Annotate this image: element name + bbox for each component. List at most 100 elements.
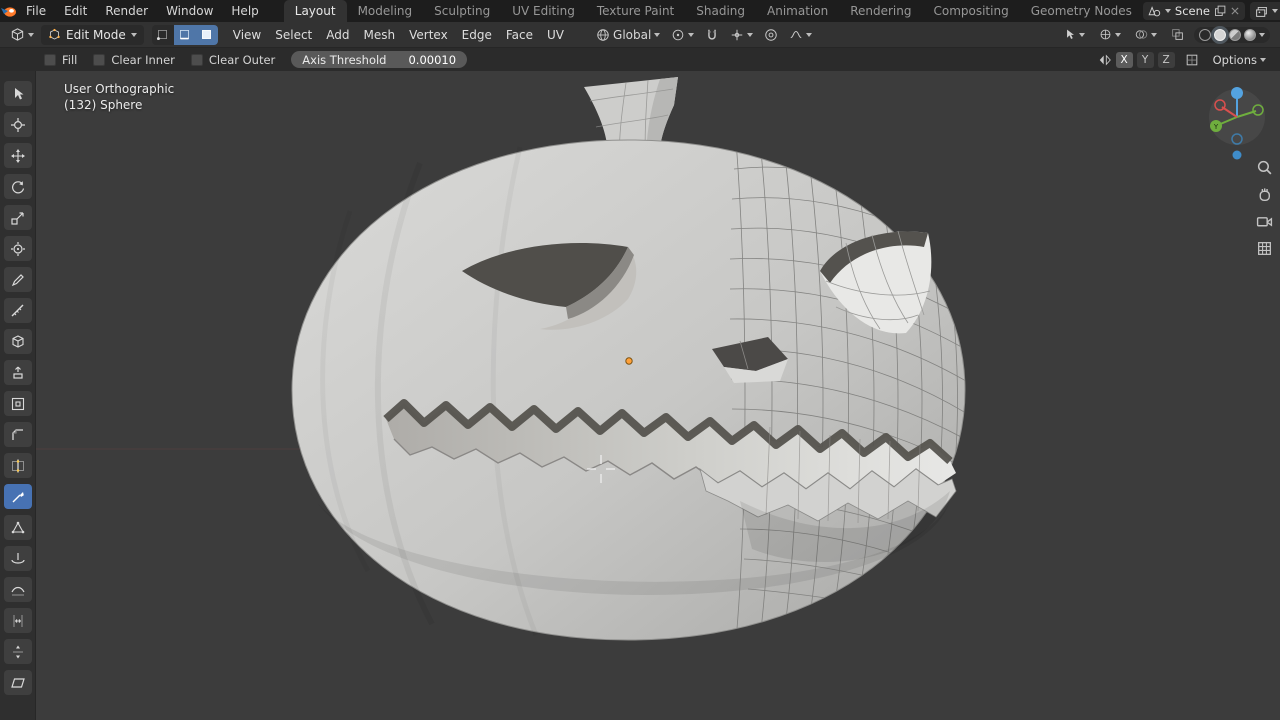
workspace-tabs: Layout Modeling Sculpting UV Editing Tex… bbox=[284, 0, 1143, 22]
tab-geometry-nodes[interactable]: Geometry Nodes bbox=[1020, 0, 1143, 22]
tool-bevel[interactable] bbox=[4, 422, 32, 447]
tool-shrink-fatten[interactable] bbox=[4, 639, 32, 664]
tool-add-cube[interactable] bbox=[4, 329, 32, 354]
tool-rotate[interactable] bbox=[4, 174, 32, 199]
axis-threshold-value: 0.00010 bbox=[408, 53, 456, 67]
topbar-menus: File Edit Render Window Help bbox=[17, 0, 268, 22]
menu-face[interactable]: Face bbox=[499, 22, 540, 48]
tab-rendering[interactable]: Rendering bbox=[839, 0, 922, 22]
viewport-3d[interactable]: User Orthographic (132) Sphere Y bbox=[0, 71, 1280, 720]
tool-measure[interactable] bbox=[4, 298, 32, 323]
menu-window[interactable]: Window bbox=[157, 0, 222, 22]
shading-solid-button[interactable] bbox=[1214, 29, 1226, 41]
mirror-icon bbox=[1098, 53, 1112, 67]
editor-type-button[interactable] bbox=[6, 25, 38, 44]
shading-material-button[interactable] bbox=[1229, 29, 1241, 41]
zoom-icon[interactable] bbox=[1256, 159, 1273, 176]
tab-sculpting[interactable]: Sculpting bbox=[423, 0, 501, 22]
viewport-canvas[interactable] bbox=[0, 71, 1280, 720]
proportional-editing-button[interactable] bbox=[760, 26, 782, 44]
shading-wireframe-button[interactable] bbox=[1199, 29, 1211, 41]
mode-dropdown[interactable]: Edit Mode bbox=[41, 25, 144, 45]
menu-select[interactable]: Select bbox=[268, 22, 319, 48]
scene-selector[interactable]: Scene bbox=[1143, 2, 1245, 20]
tool-knife[interactable] bbox=[4, 484, 32, 509]
tool-settings-bar: Fill Clear Inner Clear Outer Axis Thresh… bbox=[0, 48, 1280, 71]
menu-uv[interactable]: UV bbox=[540, 22, 571, 48]
checkbox-icon bbox=[44, 54, 56, 66]
tool-poly-build[interactable] bbox=[4, 515, 32, 540]
clear-outer-checkbox[interactable]: Clear Outer bbox=[191, 53, 275, 67]
mirror-x-button[interactable]: X bbox=[1116, 52, 1133, 68]
tool-inset-faces[interactable] bbox=[4, 391, 32, 416]
vertex-select-button[interactable] bbox=[152, 25, 174, 45]
camera-view-icon[interactable] bbox=[1256, 213, 1273, 230]
tab-shading[interactable]: Shading bbox=[685, 0, 756, 22]
tool-shear[interactable] bbox=[4, 670, 32, 695]
chevron-down-icon bbox=[28, 33, 34, 37]
tool-edge-slide[interactable] bbox=[4, 608, 32, 633]
blender-window: File Edit Render Window Help Layout Mode… bbox=[0, 0, 1280, 720]
gizmo-y-label: Y bbox=[1213, 123, 1219, 131]
unlink-scene-icon[interactable] bbox=[1230, 6, 1240, 16]
tool-spin[interactable] bbox=[4, 546, 32, 571]
axis-threshold-slider[interactable]: Axis Threshold 0.00010 bbox=[291, 51, 467, 68]
mirror-y-button[interactable]: Y bbox=[1137, 52, 1154, 68]
menu-add[interactable]: Add bbox=[319, 22, 356, 48]
tab-layout[interactable]: Layout bbox=[284, 0, 347, 22]
mirror-z-button[interactable]: Z bbox=[1158, 52, 1175, 68]
tab-compositing[interactable]: Compositing bbox=[922, 0, 1019, 22]
tool-annotate[interactable] bbox=[4, 267, 32, 292]
orientation-label: Global bbox=[613, 28, 651, 42]
tool-scale[interactable] bbox=[4, 205, 32, 230]
snap-toggle-button[interactable] bbox=[701, 26, 723, 44]
orbit-dot[interactable] bbox=[1233, 151, 1242, 160]
xray-toggle-button[interactable] bbox=[1167, 26, 1188, 43]
pan-hand-icon[interactable] bbox=[1256, 186, 1273, 203]
selectability-dropdown[interactable] bbox=[1059, 26, 1089, 43]
menu-view[interactable]: View bbox=[226, 22, 268, 48]
new-scene-icon[interactable] bbox=[1214, 5, 1226, 17]
tool-transform[interactable] bbox=[4, 236, 32, 261]
menu-edge[interactable]: Edge bbox=[455, 22, 499, 48]
show-overlays-dropdown[interactable] bbox=[1131, 26, 1161, 43]
edge-select-icon bbox=[178, 28, 191, 41]
shading-mode-buttons bbox=[1194, 27, 1270, 43]
navigation-gizmo[interactable]: Y bbox=[1206, 81, 1268, 161]
tool-extrude-region[interactable] bbox=[4, 360, 32, 385]
magnet-icon bbox=[705, 28, 719, 42]
viewlayer-selector[interactable]: ViewLayer bbox=[1250, 2, 1280, 20]
clear-inner-checkbox[interactable]: Clear Inner bbox=[93, 53, 175, 67]
menu-render[interactable]: Render bbox=[96, 0, 157, 22]
pivot-point-dropdown[interactable] bbox=[667, 26, 698, 44]
toggle-orthographic-icon[interactable] bbox=[1256, 240, 1273, 257]
tab-texture-paint[interactable]: Texture Paint bbox=[586, 0, 685, 22]
tab-animation[interactable]: Animation bbox=[756, 0, 839, 22]
menu-edit[interactable]: Edit bbox=[55, 0, 96, 22]
tool-move[interactable] bbox=[4, 143, 32, 168]
correct-face-icon[interactable] bbox=[1185, 53, 1199, 67]
gizmo-z-axis[interactable] bbox=[1231, 87, 1243, 99]
show-gizmo-dropdown[interactable] bbox=[1095, 26, 1125, 43]
menu-mesh[interactable]: Mesh bbox=[357, 22, 403, 48]
blender-logo-icon[interactable] bbox=[0, 5, 17, 18]
tool-loop-cut[interactable] bbox=[4, 453, 32, 478]
options-dropdown[interactable]: Options bbox=[1209, 51, 1270, 69]
fill-checkbox[interactable]: Fill bbox=[44, 53, 77, 67]
chevron-down-icon bbox=[131, 33, 137, 37]
face-select-button[interactable] bbox=[196, 25, 218, 45]
transform-orientation-dropdown[interactable]: Global bbox=[592, 26, 664, 44]
menu-vertex[interactable]: Vertex bbox=[402, 22, 455, 48]
tool-cursor[interactable] bbox=[4, 112, 32, 137]
snap-settings-dropdown[interactable] bbox=[726, 26, 757, 44]
shading-rendered-button[interactable] bbox=[1244, 29, 1256, 41]
tool-smooth[interactable] bbox=[4, 577, 32, 602]
tool-tweak-select[interactable] bbox=[4, 81, 32, 106]
tab-uv-editing[interactable]: UV Editing bbox=[501, 0, 586, 22]
tab-modeling[interactable]: Modeling bbox=[347, 0, 424, 22]
menu-help[interactable]: Help bbox=[222, 0, 267, 22]
proportional-falloff-dropdown[interactable] bbox=[785, 26, 816, 44]
menu-file[interactable]: File bbox=[17, 0, 55, 22]
edge-select-button[interactable] bbox=[174, 25, 196, 45]
globe-icon bbox=[596, 28, 610, 42]
